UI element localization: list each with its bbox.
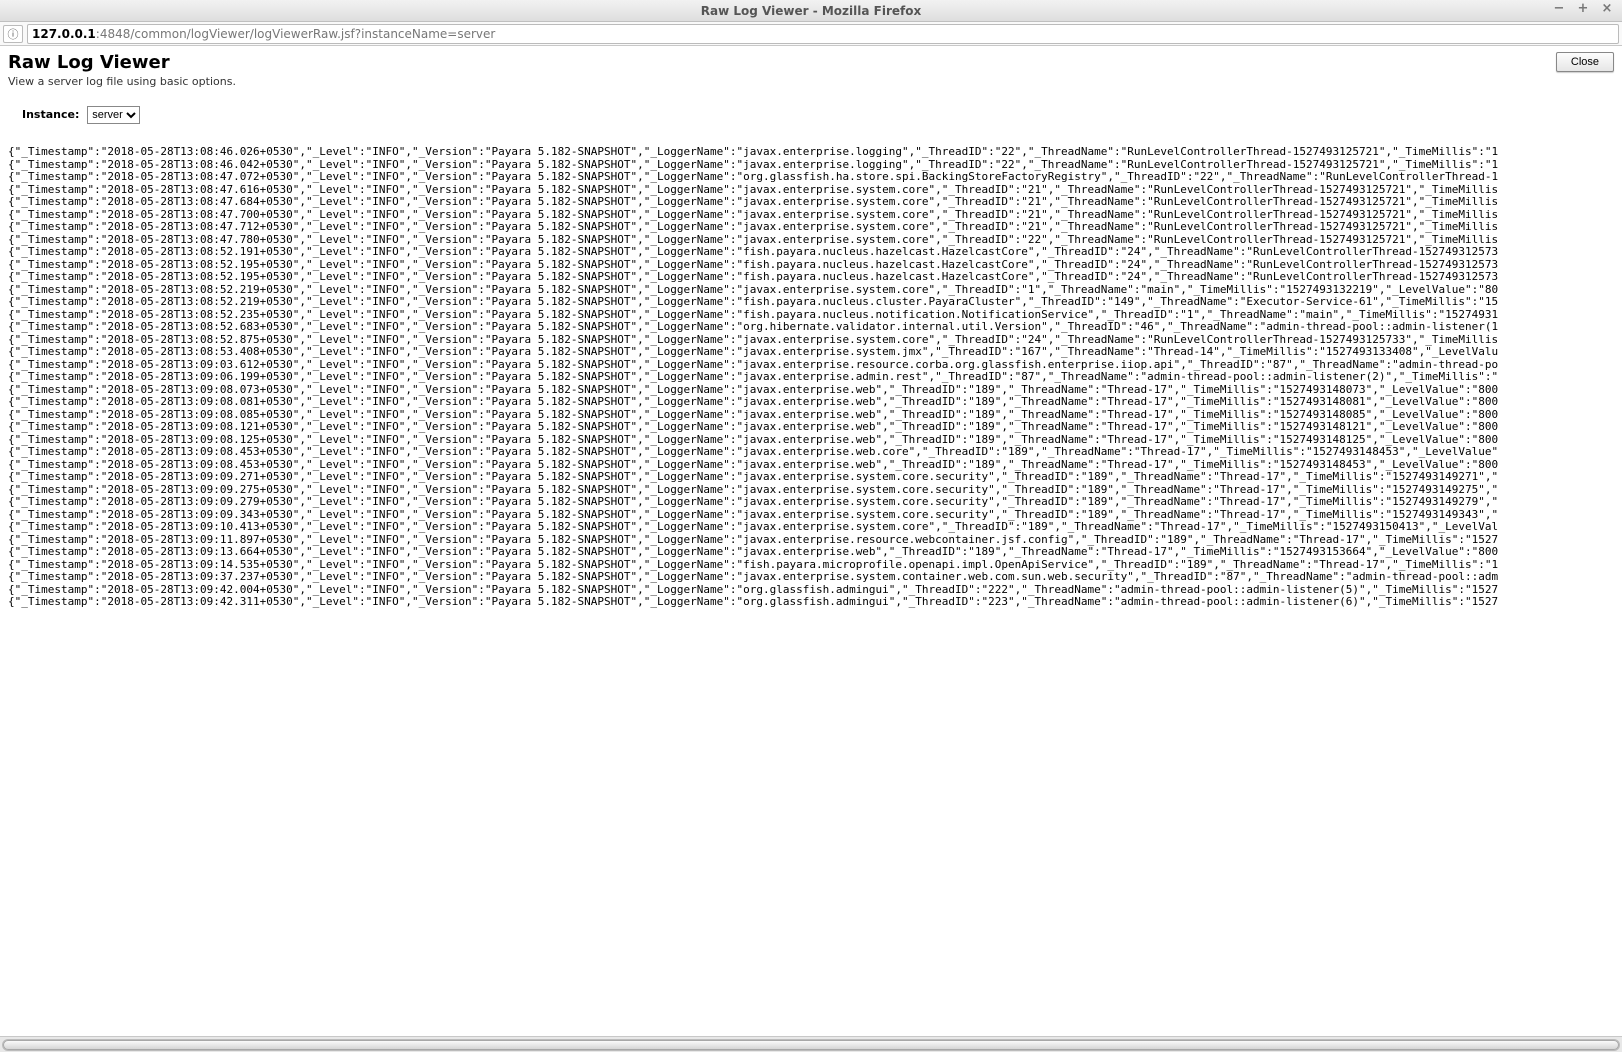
log-output: {"_Timestamp":"2018-05-28T13:08:46.026+0… bbox=[8, 146, 1614, 1036]
window-titlebar: Raw Log Viewer - Mozilla Firefox − + × bbox=[0, 0, 1622, 22]
window-close-icon[interactable]: × bbox=[1598, 0, 1616, 18]
close-button[interactable]: Close bbox=[1556, 52, 1614, 72]
window-maximize-icon[interactable]: + bbox=[1574, 0, 1592, 18]
horizontal-scrollbar-thumb[interactable] bbox=[3, 1040, 1619, 1050]
browser-toolbar: ⓘ 127.0.0.1:4848/common/logViewer/logVie… bbox=[0, 22, 1622, 46]
page-title: Raw Log Viewer bbox=[8, 52, 1556, 73]
horizontal-scrollbar-track[interactable] bbox=[0, 1036, 1622, 1052]
url-path: :4848/common/logViewer/logViewerRaw.jsf?… bbox=[96, 27, 496, 41]
window-title: Raw Log Viewer - Mozilla Firefox bbox=[701, 4, 921, 18]
page-content: Raw Log Viewer View a server log file us… bbox=[0, 46, 1622, 1036]
instance-row: Instance: server bbox=[8, 106, 1614, 124]
window-minimize-icon[interactable]: − bbox=[1550, 0, 1568, 18]
page-help-text: View a server log file using basic optio… bbox=[8, 75, 1556, 88]
instance-label: Instance: bbox=[22, 108, 79, 121]
url-bar[interactable]: 127.0.0.1:4848/common/logViewer/logViewe… bbox=[27, 24, 1619, 44]
url-host: 127.0.0.1 bbox=[32, 27, 96, 41]
site-info-icon[interactable]: ⓘ bbox=[3, 25, 23, 43]
instance-select[interactable]: server bbox=[87, 106, 140, 124]
